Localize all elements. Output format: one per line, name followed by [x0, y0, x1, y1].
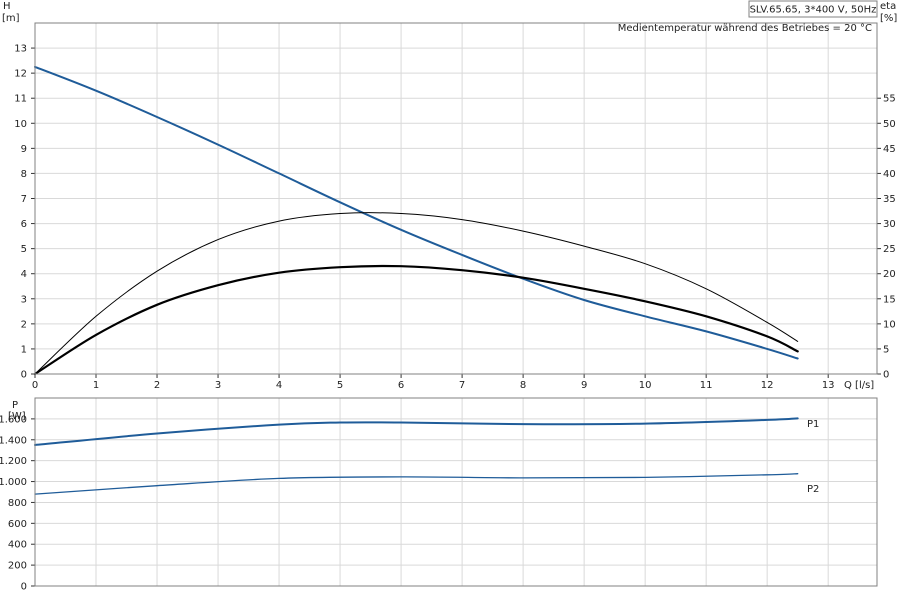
h-tick-label: 5: [21, 244, 27, 255]
eta-axis-title: eta: [880, 1, 896, 12]
p-axis-title: P: [12, 400, 18, 411]
h-tick-label: 2: [21, 319, 27, 330]
p-tick-label: 0: [21, 582, 27, 593]
x-tick-label: 6: [398, 380, 404, 391]
grid-layer: [34, 23, 877, 587]
h-axis-title: H: [3, 1, 11, 12]
h-tick-label: 10: [14, 119, 27, 130]
h-axis-unit: [m]: [2, 13, 20, 24]
x-tick-label: 3: [215, 380, 221, 391]
power-p1-curve: [34, 417, 799, 446]
eta-tick-label: 30: [883, 219, 896, 230]
p-tick-label: 1.400: [0, 435, 27, 446]
h-tick-label: 13: [14, 44, 27, 55]
h-tick-label: 8: [21, 169, 27, 180]
x-tick-label: 10: [639, 380, 652, 391]
chart-subtitle: Medientemperatur während des Betriebes =…: [618, 23, 872, 34]
p1-series-label: P1: [807, 419, 819, 430]
p-tick-label: 200: [8, 561, 27, 572]
eta-axis-unit: [%]: [880, 13, 897, 24]
h-tick-label: 0: [21, 370, 27, 381]
h-tick-label: 11: [14, 94, 27, 105]
h-tick-label: 9: [21, 144, 27, 155]
eta-tick-label: 50: [883, 119, 896, 130]
eta-tick-label: 55: [883, 94, 896, 105]
h-tick-label: 12: [14, 69, 27, 80]
eta-tick-label: 10: [883, 319, 896, 330]
p-tick-label: 1.000: [0, 477, 27, 488]
power-p2-curve: [34, 473, 799, 495]
p-tick-label: 600: [8, 519, 27, 530]
p2-series-label: P2: [807, 484, 819, 495]
x-tick-label: 2: [154, 380, 160, 391]
p-tick-label: 800: [8, 498, 27, 509]
eta-tick-label: 45: [883, 144, 896, 155]
eta-tick-label: 25: [883, 244, 896, 255]
h-tick-label: 6: [21, 219, 27, 230]
axis-layer: 0 1 2 3 4 5 6 7 8 9 10 11 12 130123456789101112130510…: [0, 44, 896, 593]
head-curve: [34, 65, 799, 360]
x-tick-label: 4: [276, 380, 282, 391]
x-tick-label: 1: [93, 380, 99, 391]
x-tick-label: 8: [520, 380, 526, 391]
x-tick-label: 12: [761, 380, 774, 391]
eta-tick-label: 35: [883, 194, 896, 205]
eta-tick-label: 20: [883, 269, 896, 280]
series-layer: [33, 65, 799, 495]
eta-tick-label: 0: [883, 370, 889, 381]
h-tick-label: 4: [21, 269, 27, 280]
p-tick-label: 1.200: [0, 456, 27, 467]
x-tick-label: 9: [581, 380, 587, 391]
eta-tick-label: 5: [883, 344, 889, 355]
x-tick-label: 11: [700, 380, 713, 391]
eta-tick-label: 15: [883, 294, 896, 305]
x-tick-label: 13: [822, 380, 835, 391]
h-tick-label: 7: [21, 194, 27, 205]
efficiency-curve-thick: [33, 264, 799, 376]
bottom-plot-frame: [34, 397, 878, 587]
x-tick-label: 0: [32, 380, 38, 391]
chart-title: SLV.65.65, 3*400 V, 50Hz: [750, 5, 877, 16]
q-axis-label: Q [l/s]: [844, 380, 874, 391]
pump-performance-chart: 0 1 2 3 4 5 6 7 8 9 10 11 12 130123456789101112130510…: [0, 0, 897, 593]
eta-tick-label: 40: [883, 169, 896, 180]
h-tick-label: 1: [21, 344, 27, 355]
p-axis-unit: [W]: [8, 411, 26, 422]
h-tick-label: 3: [21, 294, 27, 305]
x-tick-label: 5: [337, 380, 343, 391]
p-tick-label: 400: [8, 540, 27, 551]
x-tick-label: 7: [459, 380, 465, 391]
